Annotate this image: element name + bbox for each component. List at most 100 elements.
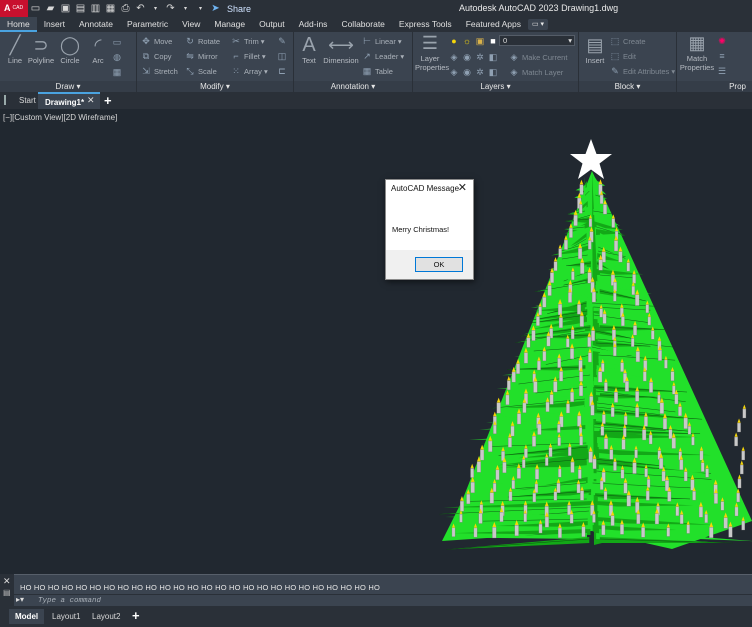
- new-tab-icon[interactable]: +: [104, 92, 112, 109]
- tab-add-ins[interactable]: Add-ins: [292, 17, 335, 32]
- layers-panel-title[interactable]: Layers ▾: [413, 81, 578, 92]
- command-close-icon[interactable]: ✕: [3, 576, 11, 587]
- open-folder-icon[interactable]: ▰: [45, 3, 56, 14]
- candle-body: [604, 382, 608, 392]
- tab-parametric[interactable]: Parametric: [120, 17, 175, 32]
- fillet-tool[interactable]: ⌐ Fillet ▾: [231, 50, 265, 62]
- tab-output[interactable]: Output: [252, 17, 292, 32]
- undo-icon[interactable]: ↶: [135, 3, 146, 14]
- explode-tool[interactable]: ◫: [277, 50, 287, 62]
- tab-home[interactable]: Home: [0, 17, 37, 32]
- dialog-close-icon[interactable]: ✕: [458, 181, 467, 194]
- annotation-panel-title[interactable]: Annotation ▾: [294, 81, 412, 92]
- tab-express-tools[interactable]: Express Tools: [392, 17, 459, 32]
- create-block-icon: ⬚: [610, 35, 620, 46]
- redo-icon[interactable]: ↷: [165, 3, 176, 14]
- tab-collaborate[interactable]: Collaborate: [334, 17, 391, 32]
- mirror-tool[interactable]: ⇋ Mirror: [185, 50, 217, 62]
- customize-toolbar-icon[interactable]: ▾: [195, 3, 206, 14]
- block-panel-title[interactable]: Block ▾: [579, 81, 676, 92]
- layer-state-icons[interactable]: ● ☼ ▣ ■: [449, 35, 498, 47]
- tab-model[interactable]: Model: [9, 609, 45, 624]
- viewport-controls[interactable]: [−][Custom View][2D Wireframe]: [3, 113, 117, 122]
- new-layout-icon[interactable]: +: [132, 608, 140, 623]
- draw-panel-title[interactable]: Draw ▾: [0, 81, 136, 92]
- modify-panel-title[interactable]: Modify ▾: [137, 81, 293, 92]
- arc-tool[interactable]: ◜ Arc: [84, 34, 112, 65]
- print-icon[interactable]: ⎙: [120, 3, 131, 14]
- candle-body: [524, 448, 528, 458]
- candle-body: [480, 449, 485, 461]
- undo-dropdown-icon[interactable]: ▾: [150, 3, 161, 14]
- drawing-canvas[interactable]: [−][Custom View][2D Wireframe]: [0, 109, 752, 574]
- candle-body: [631, 338, 635, 347]
- file-menu-icon[interactable]: [4, 95, 10, 105]
- layer-properties-tool[interactable]: ☰ Layer Properties: [415, 32, 449, 72]
- create-block-tool[interactable]: ⬚ Create: [610, 35, 646, 47]
- match-layer-tool[interactable]: ◈ Match Layer: [509, 66, 564, 78]
- text-tool[interactable]: A Text: [295, 34, 323, 65]
- candle-body: [626, 262, 630, 272]
- move-tool[interactable]: ✥ Move: [141, 35, 172, 47]
- color-picker-tool[interactable]: ✺: [717, 35, 727, 47]
- linetype-tool[interactable]: ☰: [717, 65, 727, 77]
- command-history-text: HO HO HO HO HO HO HO HO HO HO HO HO HO H…: [20, 583, 380, 592]
- match-properties-tool[interactable]: ▦ Match Properties: [679, 32, 715, 72]
- redo-dropdown-icon[interactable]: ▾: [180, 3, 191, 14]
- edit-block-tool[interactable]: ⬚ Edit: [610, 50, 636, 62]
- tab-manage[interactable]: Manage: [207, 17, 252, 32]
- new-file-icon[interactable]: ▭: [30, 3, 41, 14]
- tab-view[interactable]: View: [175, 17, 207, 32]
- layer-tools-row-2[interactable]: ◈ ◉ ✲ ◧: [449, 66, 498, 78]
- properties-panel-title[interactable]: Prop: [677, 81, 752, 92]
- share-icon[interactable]: ➤: [210, 3, 221, 14]
- tab-layout1[interactable]: Layout1: [46, 609, 86, 624]
- ribbon-more-icon[interactable]: ▭ ▾: [527, 19, 548, 30]
- app-menu-button[interactable]: A CAD: [0, 0, 28, 17]
- share-button[interactable]: Share: [227, 4, 251, 14]
- copy-tool[interactable]: ⧉ Copy: [141, 50, 172, 62]
- candle-body: [683, 417, 688, 429]
- tab-annotate[interactable]: Annotate: [72, 17, 120, 32]
- tab-layout2[interactable]: Layout2: [86, 609, 126, 624]
- make-current-tool[interactable]: ◈ Make Current: [509, 51, 568, 63]
- plot-icon[interactable]: ▦: [105, 3, 116, 14]
- offset-tool[interactable]: ⊏: [277, 65, 287, 77]
- polyline-tool[interactable]: ⊃ Polyline: [27, 34, 55, 65]
- tab-featured-apps[interactable]: Featured Apps: [459, 17, 528, 32]
- dimension-tool[interactable]: ⟷ Dimension: [323, 34, 359, 65]
- trim-tool[interactable]: ✂ Trim ▾: [231, 35, 264, 47]
- lineweight-tool[interactable]: ≡: [717, 50, 727, 62]
- gradient-tool[interactable]: ▦: [112, 66, 122, 78]
- match-layer-label: Match Layer: [522, 67, 564, 77]
- save-as-icon[interactable]: ▤: [75, 3, 86, 14]
- scale-tool[interactable]: ⤡ Scale: [185, 65, 216, 77]
- tab-insert[interactable]: Insert: [37, 17, 72, 32]
- edit-attributes-tool[interactable]: ✎ Edit Attributes ▾: [610, 65, 675, 77]
- leader-tool[interactable]: ↗ Leader ▾: [362, 50, 404, 62]
- layer-dropdown[interactable]: 0 ▾: [499, 35, 575, 46]
- rectangle-tool[interactable]: ▭: [112, 36, 122, 48]
- quick-access-toolbar: ▭ ▰ ▣ ▤ ▥ ▦ ⎙ ↶ ▾ ↷ ▾ ▾ ➤ Share: [30, 2, 251, 15]
- hatch-tool[interactable]: ◍: [112, 51, 122, 63]
- table-tool[interactable]: ▦ Table: [362, 65, 393, 77]
- save-icon[interactable]: ▣: [60, 3, 71, 14]
- layer-tools-row-1[interactable]: ◈ ◉ ✲ ◧: [449, 51, 498, 63]
- flame-icon: [737, 474, 742, 479]
- command-prompt-icon[interactable]: ▸▾: [16, 595, 24, 604]
- linear-tool[interactable]: ⊢ Linear ▾: [362, 35, 402, 47]
- insert-block-tool[interactable]: ▤ Insert: [581, 34, 609, 65]
- circle-tool[interactable]: ◯ Circle: [56, 34, 84, 65]
- candle-body: [531, 330, 536, 341]
- web-mobile-icon[interactable]: ▥: [90, 3, 101, 14]
- array-tool[interactable]: ⁙ Array ▾: [231, 65, 268, 77]
- line-tool[interactable]: ╱ Line: [1, 34, 29, 65]
- stretch-tool[interactable]: ⇲ Stretch: [141, 65, 178, 77]
- command-customize-icon[interactable]: ▤: [3, 588, 11, 597]
- candle-body: [587, 336, 592, 347]
- close-tab-icon[interactable]: ✕: [87, 92, 95, 109]
- ok-button[interactable]: OK: [415, 257, 463, 272]
- candle-body: [568, 446, 572, 456]
- rotate-tool[interactable]: ↻ Rotate: [185, 35, 220, 47]
- erase-tool[interactable]: ✎: [277, 35, 287, 47]
